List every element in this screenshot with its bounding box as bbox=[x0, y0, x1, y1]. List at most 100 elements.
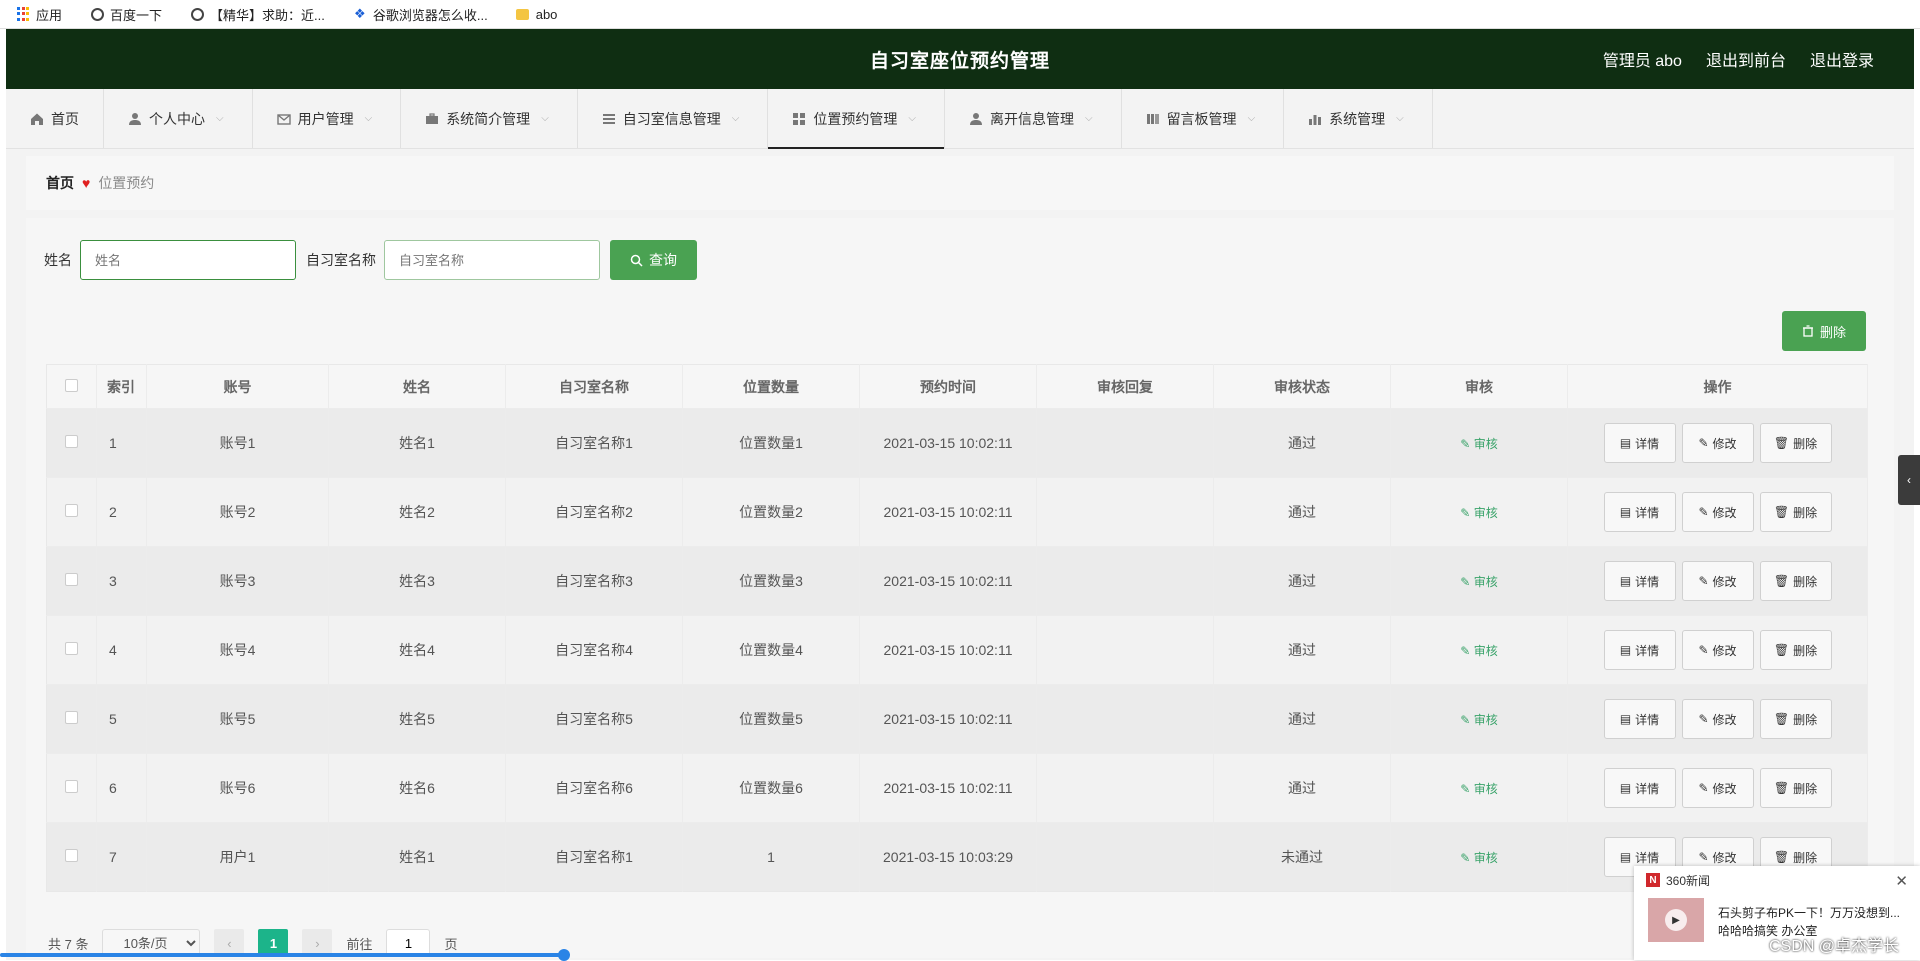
edit-button[interactable]: ✎ 修改 bbox=[1681, 699, 1754, 739]
breadcrumb-current: 位置预约 bbox=[98, 175, 155, 191]
exit-to-front-link[interactable]: 退出到前台 bbox=[1706, 47, 1786, 71]
news-thumbnail[interactable]: ▶ bbox=[1648, 898, 1704, 942]
bookmark-help[interactable]: 【精华】求助：近... bbox=[190, 5, 325, 24]
cell-index: 5 bbox=[96, 684, 147, 754]
room-name-search-input[interactable] bbox=[384, 240, 600, 280]
edit-button[interactable]: ✎ 修改 bbox=[1681, 561, 1754, 601]
cell-name: 姓名3 bbox=[328, 546, 506, 616]
detail-button[interactable]: ▤ 详情 bbox=[1603, 561, 1676, 601]
delete-button[interactable]: 🗑 删除 bbox=[1759, 561, 1832, 601]
audit-link[interactable]: ✎ 审核 bbox=[1460, 575, 1497, 589]
chevron-down-icon: ⌵ bbox=[1247, 113, 1256, 124]
name-label: 姓名 bbox=[44, 252, 72, 268]
row-checkbox[interactable] bbox=[65, 780, 78, 793]
row-checkbox[interactable] bbox=[65, 504, 78, 517]
room-name-label: 自习室名称 bbox=[306, 252, 376, 268]
nav-system-management[interactable]: 系统管理 ⌵ bbox=[1284, 89, 1433, 148]
cell-account: 用户1 bbox=[146, 822, 329, 892]
edit-button[interactable]: ✎ 修改 bbox=[1681, 423, 1754, 463]
main-nav: 首页 个人中心 ⌵ 用户管理 ⌵ 系统简介管理 ⌵ 自习室信息管理 ⌵ 位置预约… bbox=[6, 89, 1914, 149]
detail-button[interactable]: ▤ 详情 bbox=[1603, 492, 1676, 532]
close-icon[interactable]: ✕ bbox=[1895, 872, 1908, 890]
col-header: 姓名 bbox=[328, 364, 506, 409]
audit-link[interactable]: ✎ 审核 bbox=[1460, 713, 1497, 727]
globe-icon bbox=[90, 7, 104, 21]
audit-link[interactable]: ✎ 审核 bbox=[1460, 506, 1497, 520]
side-collapse-tab[interactable]: ‹ bbox=[1898, 455, 1920, 505]
bookmark-label: 应用 bbox=[36, 7, 63, 23]
audit-label: 审核 bbox=[1473, 850, 1498, 865]
audit-link[interactable]: ✎ 审核 bbox=[1460, 851, 1497, 865]
news-header: N 360新闻 bbox=[1634, 866, 1920, 894]
chevron-down-icon: ⌵ bbox=[364, 113, 373, 124]
cell-room-name: 自习室名称1 bbox=[505, 408, 683, 478]
name-search-input[interactable] bbox=[80, 240, 296, 280]
mail-icon bbox=[276, 112, 291, 126]
nav-room-info[interactable]: 自习室信息管理 ⌵ bbox=[578, 89, 769, 148]
edit-button[interactable]: ✎ 修改 bbox=[1681, 630, 1754, 670]
audit-link[interactable]: ✎ 审核 bbox=[1460, 437, 1497, 451]
edit-label: 修改 bbox=[1712, 781, 1737, 796]
detail-button[interactable]: ▤ 详情 bbox=[1603, 630, 1676, 670]
audit-link[interactable]: ✎ 审核 bbox=[1460, 782, 1497, 796]
nav-label: 用户管理 bbox=[297, 110, 354, 127]
home-icon bbox=[30, 112, 44, 126]
detail-label: 详情 bbox=[1635, 574, 1660, 589]
nav-label: 留言板管理 bbox=[1166, 110, 1237, 127]
detail-button[interactable]: ▤ 详情 bbox=[1603, 423, 1676, 463]
audit-link[interactable]: ✎ 审核 bbox=[1460, 644, 1497, 658]
chevron-down-icon: ⌵ bbox=[908, 113, 916, 124]
breadcrumb-home[interactable]: 首页 bbox=[46, 173, 74, 193]
delete-button[interactable]: 🗑 删除 bbox=[1759, 768, 1832, 808]
edit-pen-icon: ✎ bbox=[1698, 436, 1709, 450]
cell-room-name: 自习室名称1 bbox=[505, 822, 683, 892]
bookmark-apps[interactable]: 应用 bbox=[16, 5, 62, 24]
delete-button[interactable]: 🗑 删除 bbox=[1759, 492, 1832, 532]
nav-message-board[interactable]: 留言板管理 ⌵ bbox=[1122, 89, 1285, 148]
edit-pen-icon: ✎ bbox=[1698, 712, 1709, 726]
table-row: 6 账号6 姓名6 自习室名称6 位置数量6 2021-03-15 10:02:11 通过 ✎… bbox=[46, 753, 1868, 823]
bookmark-baidu[interactable]: 百度一下 bbox=[90, 5, 162, 24]
cell-account: 账号6 bbox=[146, 753, 329, 823]
row-checkbox[interactable] bbox=[65, 849, 78, 862]
select-all-checkbox[interactable] bbox=[65, 378, 78, 392]
query-button[interactable]: 查询 bbox=[610, 240, 697, 280]
grid-icon bbox=[792, 112, 806, 126]
row-select-cell bbox=[46, 753, 97, 823]
edit-button[interactable]: ✎ 修改 bbox=[1681, 768, 1754, 808]
row-checkbox[interactable] bbox=[65, 435, 78, 448]
detail-button[interactable]: ▤ 详情 bbox=[1603, 768, 1676, 808]
chevron-down-icon: ⌵ bbox=[1084, 113, 1093, 124]
delete-button[interactable]: 🗑 删除 bbox=[1759, 630, 1832, 670]
nav-home[interactable]: 首页 bbox=[6, 89, 104, 148]
nav-leave-info[interactable]: 离开信息管理 ⌵ bbox=[945, 89, 1122, 148]
logout-link[interactable]: 退出登录 bbox=[1810, 47, 1874, 71]
cell-index: 7 bbox=[96, 822, 147, 892]
row-checkbox[interactable] bbox=[65, 642, 78, 655]
batch-delete-button[interactable]: 删除 bbox=[1781, 311, 1866, 351]
audit-label: 审核 bbox=[1473, 436, 1498, 451]
row-checkbox[interactable] bbox=[65, 711, 78, 724]
detail-label: 详情 bbox=[1635, 712, 1660, 727]
table-row: 3 账号3 姓名3 自习室名称3 位置数量3 2021-03-15 10:02:11 通过 ✎… bbox=[46, 546, 1868, 616]
nav-user-management[interactable]: 用户管理 ⌵ bbox=[253, 89, 402, 148]
nav-personal-center[interactable]: 个人中心 ⌵ bbox=[104, 89, 253, 148]
nav-system-intro[interactable]: 系统简介管理 ⌵ bbox=[401, 89, 578, 148]
nav-seat-booking[interactable]: 位置预约管理 ⌵ bbox=[768, 89, 945, 149]
trash-icon: 🗑 bbox=[1773, 436, 1790, 450]
cell-audit: ✎ 审核 bbox=[1390, 477, 1568, 547]
document-icon: ▤ bbox=[1619, 643, 1632, 657]
delete-button[interactable]: 🗑 删除 bbox=[1759, 699, 1832, 739]
delete-button[interactable]: 🗑 删除 bbox=[1759, 423, 1832, 463]
detail-button[interactable]: ▤ 详情 bbox=[1603, 699, 1676, 739]
audit-label: 审核 bbox=[1473, 505, 1498, 520]
trash-icon: 🗑 bbox=[1773, 712, 1790, 726]
row-checkbox[interactable] bbox=[65, 573, 78, 586]
admin-user-label: 管理员 abo bbox=[1602, 53, 1682, 70]
cell-actions: ▤ 详情 ✎ 修改 🗑 删除 bbox=[1567, 546, 1868, 616]
bookmark-abo[interactable]: abo bbox=[516, 7, 557, 22]
row-select-cell bbox=[46, 615, 97, 685]
document-icon: ▤ bbox=[1619, 850, 1632, 864]
edit-button[interactable]: ✎ 修改 bbox=[1681, 492, 1754, 532]
bookmark-chrome-tips[interactable]: ❖ 谷歌浏览器怎么收... bbox=[353, 5, 488, 24]
